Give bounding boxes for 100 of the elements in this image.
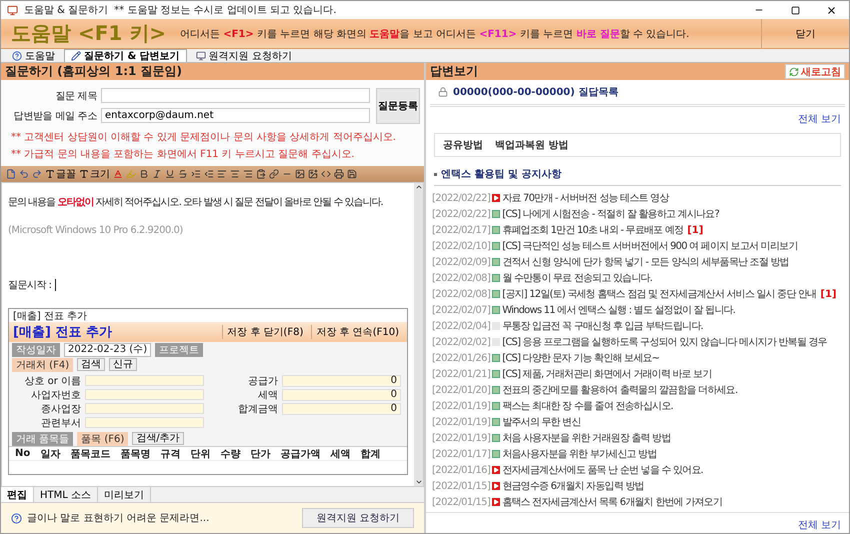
- embedded-amount: 0: [282, 402, 401, 414]
- embedded-column-header: No: [15, 448, 30, 459]
- embedded-label: 품목 (F6): [77, 432, 128, 446]
- video-icon: [492, 466, 500, 474]
- embedded-column-header: 공급가액: [280, 448, 320, 460]
- help-icon: [12, 51, 22, 61]
- notice-link[interactable]: [CS] 제품, 거래처관리 화면에서 거래이력 바로 보기: [502, 367, 712, 381]
- new-document-icon[interactable]: [5, 167, 17, 181]
- notice-link[interactable]: [공지] 12일(토) 국세청 홈택스 점검 및 전자세금계산서 서비스 일시 중단 안내: [502, 287, 816, 301]
- submit-question-button[interactable]: 질문등록: [376, 88, 420, 124]
- notice-link[interactable]: 전자세금계산서에도 품목 난 순번 넣을 수 있어요.: [502, 463, 703, 477]
- app-icon: [7, 4, 18, 16]
- notice-link[interactable]: 전표의 중간메모를 활용하여 출력물의 깔끔함을 더하세요.: [502, 383, 738, 397]
- embedded-amount: 0: [282, 374, 401, 386]
- scroll-down-icon[interactable]: [414, 478, 422, 486]
- notice-link[interactable]: 무통장 입금전 꼭 구매신청 후 입금 부탁드립니다.: [502, 319, 703, 333]
- embedded-button[interactable]: 검색: [77, 358, 106, 371]
- item-date: [2022/02/09]: [432, 256, 490, 268]
- item-date: [2022/01/17]: [432, 448, 490, 460]
- notice-link[interactable]: 견적서 신형 양식에 단가 항목 넣기 - 모든 양식의 세부품목난 조절 방법: [502, 255, 789, 269]
- embedded-date-field: 2022-02-23 (수): [64, 342, 152, 356]
- embedded-window-title: [매출] 전표 추가: [9, 309, 407, 322]
- video-icon: [492, 194, 500, 202]
- notice-link[interactable]: 휴폐업조회 1만건 10초 내외 - 무료배포 예정: [502, 223, 684, 237]
- embedded-label: 공급가: [247, 374, 278, 388]
- item-date: [2022/02/10]: [432, 240, 490, 252]
- font-button[interactable]: 글꼴: [44, 167, 77, 181]
- size-button[interactable]: 크기: [78, 167, 111, 181]
- embedded-save-button[interactable]: 저장 후 연속(F10): [311, 325, 403, 339]
- notice-link[interactable]: 자료 70만개 - 서버버전 성능 테스트 영상: [502, 191, 668, 205]
- notice-link[interactable]: [CS] 극단적인 성능 테스트 서버버전에서 900 여 페이지 보고서 미리보기: [502, 239, 798, 253]
- italic-icon[interactable]: [151, 167, 163, 181]
- item-date: [2022/02/08]: [432, 288, 490, 300]
- embedded-column-header: 합계: [360, 448, 380, 460]
- refresh-button[interactable]: 새로고침: [785, 64, 845, 79]
- item-date: [2022/02/22]: [432, 192, 490, 204]
- item-date: [2022/01/19]: [432, 400, 490, 412]
- embedded-label: 합계금액: [237, 402, 278, 416]
- pencil-icon: [71, 51, 81, 61]
- notice-link[interactable]: [CS] 다양한 문자 기능 확인해 보세요~: [502, 351, 660, 365]
- notice-link[interactable]: Windows 11 에서 엔택스 실행 : 별도 설정없이 잘 됩니다.: [502, 303, 736, 317]
- notice-link[interactable]: 팩스는 최대한 장 수를 줄여 전송하십시오.: [502, 399, 673, 413]
- field-label: 답변받을 메일 주소: [12, 110, 97, 122]
- save-icon[interactable]: [346, 167, 358, 181]
- tab[interactable]: 질문하기 & 답변보기: [64, 49, 187, 62]
- embedded-label: 거래 품목들: [12, 432, 74, 446]
- remote-support-button[interactable]: 원격지원 요청하기: [302, 508, 414, 528]
- list-title: 00000(000-00-00000) 질답목록: [453, 86, 618, 99]
- help-link[interactable]: 공유방법: [443, 138, 483, 152]
- image-icon[interactable]: [294, 167, 306, 181]
- help-link[interactable]: 백업과복원 방법: [495, 138, 568, 152]
- notice-link[interactable]: 처음사용자분을 위한 부가세신고 방법: [502, 447, 657, 461]
- embedded-column-header: 세액: [330, 448, 350, 460]
- embedded-label: 상호 or 이름: [23, 374, 81, 388]
- notice-link[interactable]: [CS] 나에게 시험전송 - 적절히 잘 활용하고 계시나요?: [502, 207, 719, 221]
- paste-icon[interactable]: [255, 167, 267, 181]
- notice-link[interactable]: 홈택스 전자세금계산서 목록 6개월치 한번에 가져오기: [502, 495, 722, 509]
- scroll-up-icon[interactable]: [414, 183, 422, 191]
- input-field[interactable]: [101, 88, 370, 103]
- item-date: [2022/02/04]: [432, 320, 490, 332]
- redo-icon[interactable]: [31, 167, 43, 181]
- scrollbar[interactable]: [414, 183, 423, 486]
- embedded-heading: [매출] 전표 추가: [13, 324, 112, 341]
- undo-icon[interactable]: [18, 167, 30, 181]
- embedded-label: 관련부서: [40, 416, 81, 430]
- header-title: 도움말 <F1 키>: [10, 20, 168, 47]
- notice-link[interactable]: [CS] 응용 프로그램을 실행하도록 구성되어 있지 않습니다 메시지가 반복될 경우: [502, 335, 827, 349]
- embedded-column-header: 단위: [190, 448, 210, 460]
- bullet-icon: [434, 172, 437, 176]
- header-message: 어디서든 <F1> 키를 누르면 해당 화면의 도움말을 보고 어디서든 <F11> 키를 누르면 바로 질문할 수 있습니다.: [180, 28, 690, 40]
- footer-text: 글이나 말로 표현하기 어려운 문제라면...: [27, 512, 210, 525]
- item-date: [2022/01/21]: [432, 368, 490, 380]
- tab[interactable]: 원격지원 요청하기: [188, 49, 299, 62]
- input-field[interactable]: entaxcorp@daum.net: [101, 108, 370, 123]
- video-icon: [492, 498, 500, 506]
- embedded-save-button[interactable]: 저장 후 닫기(F8): [222, 325, 308, 339]
- print-icon[interactable]: [333, 167, 345, 181]
- embedded-label: 거래처 (F4): [12, 358, 74, 372]
- item-date: [2022/01/19]: [432, 432, 490, 444]
- notice-link[interactable]: 발주서의 무한 변신: [502, 415, 581, 429]
- embedded-button[interactable]: 검색/추가: [132, 432, 184, 445]
- item-date: [2022/02/02]: [432, 336, 490, 348]
- item-date: [2022/02/17]: [432, 224, 490, 236]
- notice-link[interactable]: 월 수만통이 무료 전송되고 있습니다.: [502, 271, 652, 285]
- embedded-label: 사업자번호: [30, 388, 81, 402]
- notice-link[interactable]: 현금영수증 6개월치 자동입력 방법: [502, 479, 644, 493]
- tab[interactable]: 도움말: [5, 49, 62, 62]
- view-all-link[interactable]: 전체 보기: [798, 518, 841, 532]
- notice-link[interactable]: 처음 사용자분을 위한 거래원장 출력 방법: [502, 431, 671, 445]
- embedded-column-header: 품목코드: [70, 448, 110, 460]
- embedded-column-header: 수량: [220, 448, 240, 460]
- embedded-column-header: 규격: [160, 448, 180, 460]
- embedded-button[interactable]: 신규: [109, 358, 138, 371]
- editor-tab[interactable]: 편집: [1, 487, 34, 502]
- window-title: 도움말 & 질문하기: [24, 4, 108, 17]
- section-title: 질문하기 (홈피상의 1:1 질문임): [5, 63, 182, 80]
- link-icon[interactable]: [268, 167, 280, 181]
- note-text: ** 가급적 문의 내용을 포함하는 화면에서 F11 키 누르시고 질문해 주십시오.: [11, 148, 356, 161]
- image-plus-icon[interactable]: [307, 167, 319, 181]
- view-all-link[interactable]: 전체 보기: [798, 112, 841, 126]
